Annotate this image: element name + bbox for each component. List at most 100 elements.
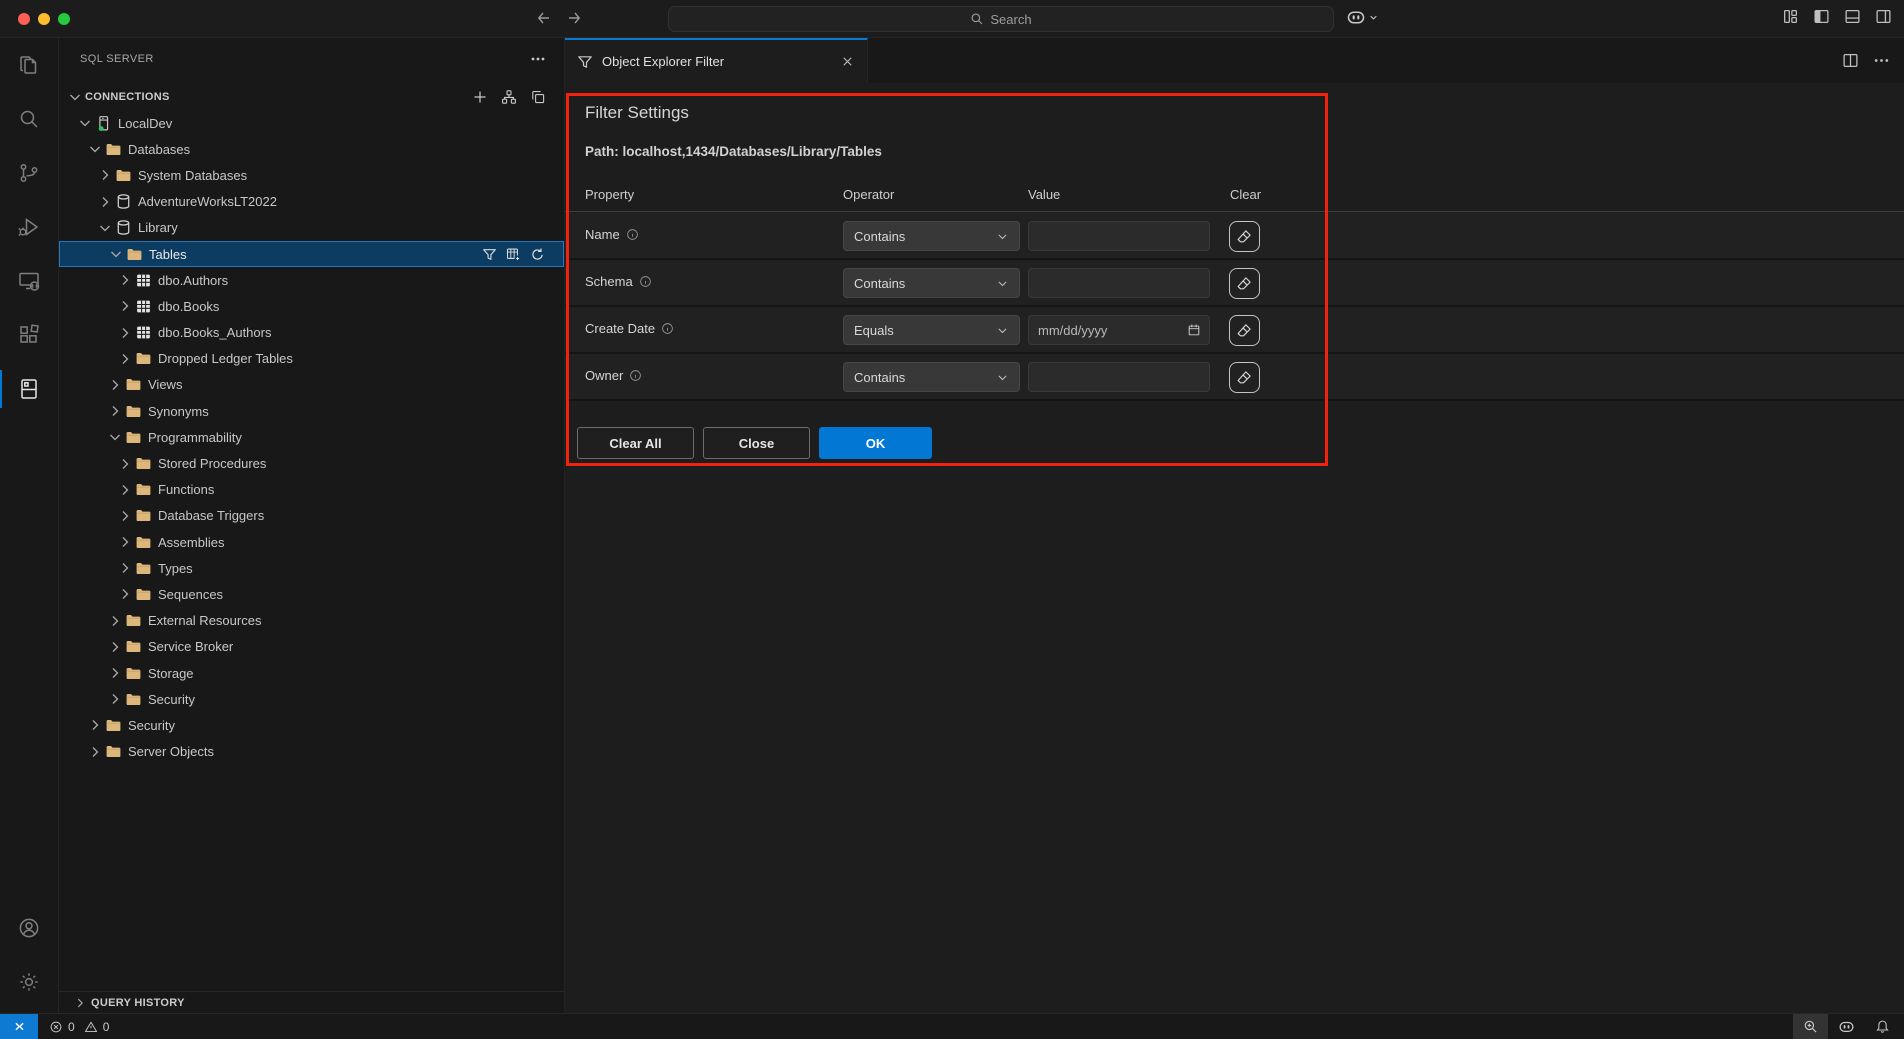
tree-item-security[interactable]: Security xyxy=(59,686,564,712)
tree-item-localdev[interactable]: LocalDev xyxy=(59,110,564,136)
problems-status[interactable]: 0 0 xyxy=(49,1020,109,1034)
chevron-down-icon xyxy=(108,246,124,262)
tree-item-assemblies[interactable]: Assemblies xyxy=(59,529,564,555)
tree-item-label: Stored Procedures xyxy=(158,456,266,471)
split-editor-icon[interactable] xyxy=(1842,52,1859,69)
tree-item-label: Library xyxy=(138,220,178,235)
tree-item-label: System Databases xyxy=(138,168,247,183)
maximize-window-button[interactable] xyxy=(58,13,70,25)
tree-item-tables[interactable]: Tables xyxy=(59,241,564,267)
tree-item-dbo-books[interactable]: dbo.Books xyxy=(59,293,564,319)
tree-item-label: LocalDev xyxy=(118,116,172,131)
tree-item-dbo-books-authors[interactable]: dbo.Books_Authors xyxy=(59,320,564,346)
activity-item-settings-gear[interactable] xyxy=(0,955,58,1009)
command-center-search[interactable]: Search xyxy=(668,6,1334,32)
new-table-icon[interactable] xyxy=(506,247,521,262)
filter-row-owner: OwnerContains xyxy=(565,354,1904,401)
info-icon xyxy=(661,322,674,335)
tree-item-service-broker[interactable]: Service Broker xyxy=(59,634,564,660)
folder-icon xyxy=(125,429,142,446)
remote-indicator[interactable] xyxy=(0,1014,38,1039)
close-tab-icon[interactable] xyxy=(840,54,855,69)
tree-item-dbo-authors[interactable]: dbo.Authors xyxy=(59,267,564,293)
filter-grid-header: Property Operator Value Clear xyxy=(565,180,1904,212)
clear-row-button[interactable] xyxy=(1229,315,1260,346)
tree-item-database-triggers[interactable]: Database Triggers xyxy=(59,503,564,529)
clear-all-button[interactable]: Clear All xyxy=(577,427,694,459)
tree-item-dropped-ledger-tables[interactable]: Dropped Ledger Tables xyxy=(59,346,564,372)
toggle-secondary-sidebar-icon[interactable] xyxy=(1875,8,1892,25)
folder-icon xyxy=(135,455,152,472)
tree-item-external-resources[interactable]: External Resources xyxy=(59,608,564,634)
operator-select[interactable]: Equals xyxy=(843,315,1020,345)
operator-select[interactable]: Contains xyxy=(843,268,1020,298)
title-bar: Search xyxy=(0,0,1904,38)
tree-item-programmability[interactable]: Programmability xyxy=(59,424,564,450)
notifications-bell-icon[interactable] xyxy=(1865,1014,1904,1039)
activity-item-source-control[interactable] xyxy=(0,146,58,200)
filter-settings-panel: Filter Settings Path: localhost,1434/Dat… xyxy=(565,83,1904,1013)
copilot-status-icon[interactable] xyxy=(1828,1014,1865,1039)
operator-value: Contains xyxy=(854,370,996,385)
folder-icon xyxy=(135,350,152,367)
tree-item-views[interactable]: Views xyxy=(59,372,564,398)
new-connection-group-icon[interactable] xyxy=(501,89,517,105)
new-connection-icon[interactable] xyxy=(472,89,488,105)
more-actions-icon[interactable] xyxy=(530,51,546,67)
tree-item-library[interactable]: Library xyxy=(59,215,564,241)
query-history-section[interactable]: QUERY HISTORY xyxy=(59,991,564,1013)
toggle-sidebar-icon[interactable] xyxy=(1813,8,1830,25)
activity-item-account[interactable] xyxy=(0,901,58,955)
activity-item-extensions[interactable] xyxy=(0,308,58,362)
value-input[interactable] xyxy=(1029,276,1209,291)
operator-select[interactable]: Contains xyxy=(843,221,1020,251)
tree-item-label: External Resources xyxy=(148,613,261,628)
tree-item-types[interactable]: Types xyxy=(59,555,564,581)
tree-item-storage[interactable]: Storage xyxy=(59,660,564,686)
toggle-panel-icon[interactable] xyxy=(1844,8,1861,25)
tree-item-stored-procedures[interactable]: Stored Procedures xyxy=(59,450,564,476)
tree-item-server-objects[interactable]: Server Objects xyxy=(59,739,564,765)
filter-icon[interactable] xyxy=(482,247,497,262)
customize-layout-icon[interactable] xyxy=(1782,8,1799,25)
more-actions-icon[interactable] xyxy=(1873,52,1890,69)
activity-item-search[interactable] xyxy=(0,92,58,146)
refresh-icon[interactable] xyxy=(530,247,545,262)
value-input[interactable] xyxy=(1029,323,1187,338)
new-server-group-icon[interactable] xyxy=(530,89,546,105)
clear-row-button[interactable] xyxy=(1229,362,1260,393)
activity-item-run-debug[interactable] xyxy=(0,200,58,254)
copilot-menu[interactable] xyxy=(1346,7,1378,27)
value-input[interactable] xyxy=(1029,229,1209,244)
ok-button[interactable]: OK xyxy=(819,427,932,459)
activity-item-remote-explorer[interactable] xyxy=(0,254,58,308)
value-field xyxy=(1028,268,1210,298)
calendar-icon[interactable] xyxy=(1187,323,1201,337)
tree-item-sequences[interactable]: Sequences xyxy=(59,581,564,607)
activity-bar-bottom xyxy=(0,901,58,1009)
back-arrow-icon[interactable] xyxy=(536,10,552,26)
error-count: 0 xyxy=(68,1020,75,1034)
connections-section-header[interactable]: CONNECTIONS xyxy=(59,84,564,110)
close-button[interactable]: Close xyxy=(703,427,810,459)
close-window-button[interactable] xyxy=(18,13,30,25)
tree-item-synonyms[interactable]: Synonyms xyxy=(59,398,564,424)
clear-row-button[interactable] xyxy=(1229,268,1260,299)
filter-path: Path: localhost,1434/Databases/Library/T… xyxy=(585,144,882,159)
tree-item-databases[interactable]: Databases xyxy=(59,136,564,162)
clear-row-button[interactable] xyxy=(1229,221,1260,252)
activity-item-explorer[interactable] xyxy=(0,38,58,92)
activity-item-sql-server[interactable] xyxy=(0,362,58,416)
tree-item-security[interactable]: Security xyxy=(59,712,564,738)
tree-item-functions[interactable]: Functions xyxy=(59,477,564,503)
window-controls[interactable] xyxy=(18,13,70,25)
tab-object-explorer-filter[interactable]: Object Explorer Filter xyxy=(565,38,868,83)
tree-item-system-databases[interactable]: System Databases xyxy=(59,162,564,188)
operator-select[interactable]: Contains xyxy=(843,362,1020,392)
zoom-in-icon[interactable] xyxy=(1793,1014,1828,1039)
value-input[interactable] xyxy=(1029,370,1209,385)
minimize-window-button[interactable] xyxy=(38,13,50,25)
tree-item-adventureworkslt2022[interactable]: AdventureWorksLT2022 xyxy=(59,189,564,215)
tree-item-label: Types xyxy=(158,561,193,576)
forward-arrow-icon[interactable] xyxy=(566,10,582,26)
